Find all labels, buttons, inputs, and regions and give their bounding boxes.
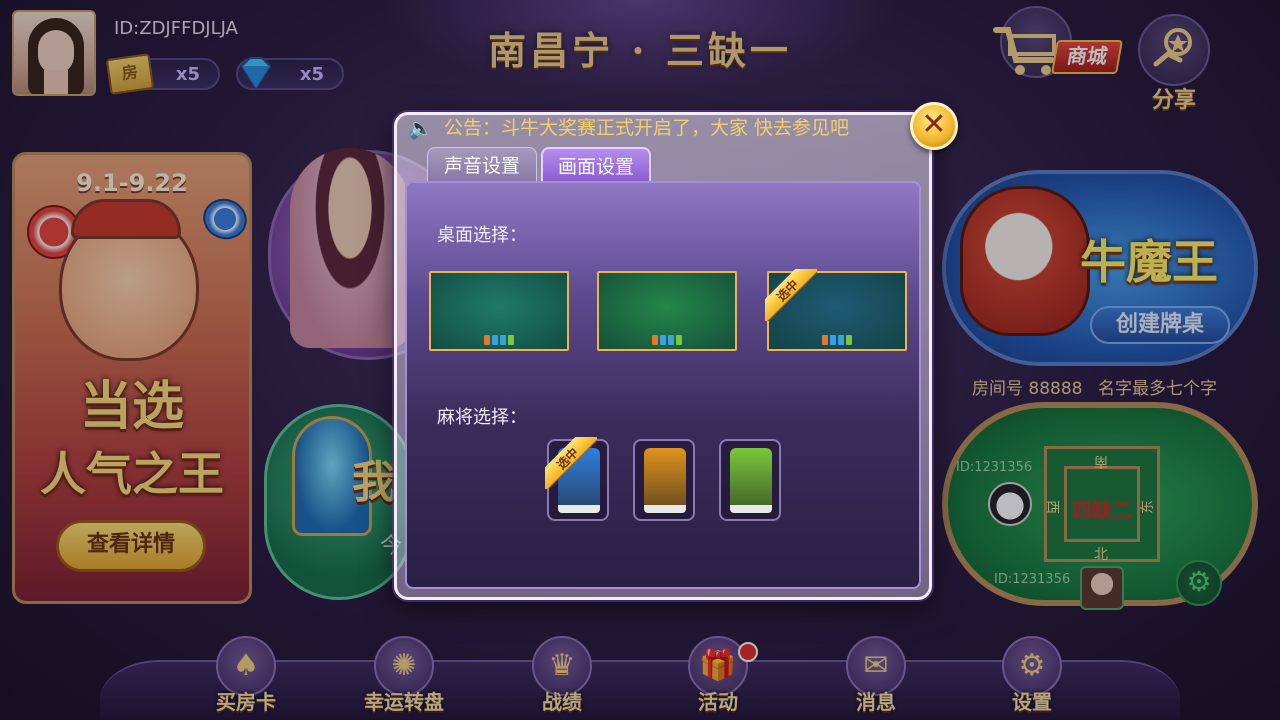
mahjong-tile-icon	[644, 448, 686, 510]
announcement-marquee: 公告：斗牛大奖赛正式开启了，大家 快去参见吧	[444, 117, 850, 139]
close-dialog-button[interactable]: ✕	[910, 102, 958, 150]
tile-select-label: 麻将选择：	[437, 407, 527, 428]
selected-badge: 选中	[765, 269, 817, 321]
table-option-teal[interactable]	[429, 271, 569, 351]
dialog-body: 桌面选择： 选中 麻将选择： 选中	[405, 181, 921, 589]
tile-option-green[interactable]	[719, 439, 781, 521]
tile-preview-icon	[652, 335, 682, 345]
table-option-green[interactable]	[597, 271, 737, 351]
table-select-label: 桌面选择：	[437, 225, 527, 246]
tile-option-orange[interactable]	[633, 439, 695, 521]
tile-base	[730, 505, 772, 513]
tile-option-blue[interactable]: 选中	[545, 437, 609, 521]
mahjong-tile-icon	[730, 448, 772, 510]
tile-base	[644, 505, 686, 513]
table-option-blue[interactable]: 选中	[765, 269, 907, 351]
tile-base	[558, 505, 600, 513]
tile-preview-icon	[484, 335, 514, 345]
display-settings-dialog: 声音设置 画面设置 桌面选择： 选中 麻将选择： 选中	[394, 112, 932, 600]
selected-badge: 选中	[545, 437, 597, 489]
tile-preview-icon	[822, 335, 852, 345]
tab-sound-settings[interactable]: 声音设置	[427, 147, 537, 183]
tab-display-settings[interactable]: 画面设置	[541, 147, 651, 183]
